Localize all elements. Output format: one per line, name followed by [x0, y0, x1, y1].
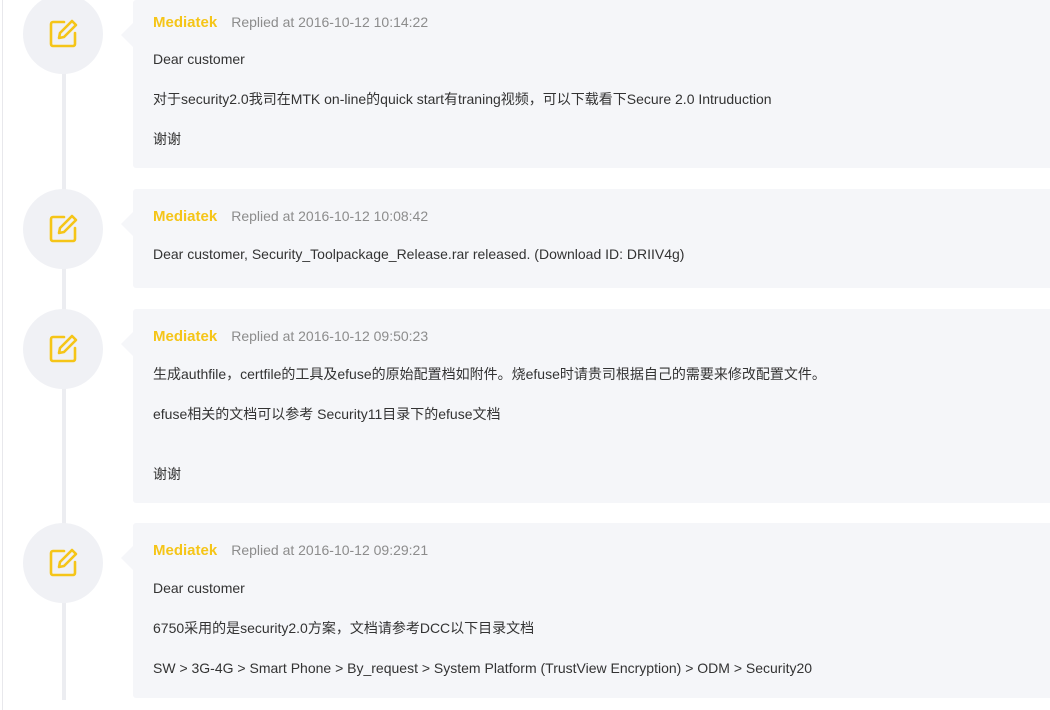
reply-timestamp: Replied at 2016-10-12 10:08:42 [231, 208, 429, 224]
reply-timestamp: Replied at 2016-10-12 09:29:21 [231, 542, 429, 558]
reply-card: Mediatek Replied at 2016-10-12 10:14:22 … [121, 0, 1050, 168]
reply-text: SW > 3G-4G > Smart Phone > By_request > … [153, 660, 813, 676]
reply-author[interactable]: Mediatek [153, 542, 217, 559]
edit-icon [49, 334, 78, 363]
reply-timestamp: Replied at 2016-10-12 09:50:23 [231, 328, 429, 344]
reply-text: Dear customer, Security_Toolpackage_Rele… [153, 246, 685, 262]
reply-text: 谢谢 [153, 466, 181, 482]
reply-text: 谢谢 [153, 131, 181, 147]
reply-card: Mediatek Replied at 2016-10-12 09:29:21 … [121, 523, 1050, 698]
reply-text: Dear customer [153, 51, 245, 67]
reply-header: Mediatek Replied at 2016-10-12 09:50:23 [153, 328, 428, 352]
reply-text: 生成authfile，certfile的工具及efuse的原始配置档如附件。烧e… [153, 366, 826, 382]
reply-author[interactable]: Mediatek [153, 208, 217, 225]
reply-timestamp: Replied at 2016-10-12 10:14:22 [231, 14, 429, 30]
reply-header: Mediatek Replied at 2016-10-12 10:14:22 [153, 14, 428, 38]
edit-icon [49, 548, 78, 577]
reply-avatar [23, 523, 103, 603]
reply-card: Mediatek Replied at 2016-10-12 10:08:42 … [121, 189, 1050, 288]
reply-header: Mediatek Replied at 2016-10-12 10:08:42 [153, 208, 428, 232]
reply-text: 对于security2.0我司在MTK on-line的quick start有… [153, 91, 772, 107]
reply-header: Mediatek Replied at 2016-10-12 09:29:21 [153, 542, 428, 566]
edit-icon [49, 19, 78, 48]
reply-avatar [23, 189, 103, 269]
reply-card: Mediatek Replied at 2016-10-12 09:50:23 … [121, 309, 1050, 503]
reply-author[interactable]: Mediatek [153, 328, 217, 345]
reply-author[interactable]: Mediatek [153, 14, 217, 31]
left-border [2, 0, 3, 710]
reply-text: 6750采用的是security2.0方案，文档请参考DCC以下目录文档 [153, 620, 535, 636]
edit-icon [49, 214, 78, 243]
reply-avatar [23, 309, 103, 389]
reply-avatar [23, 0, 103, 74]
reply-text: efuse相关的文档可以参考 Security11目录下的efuse文档 [153, 406, 501, 422]
reply-text: Dear customer [153, 580, 245, 596]
